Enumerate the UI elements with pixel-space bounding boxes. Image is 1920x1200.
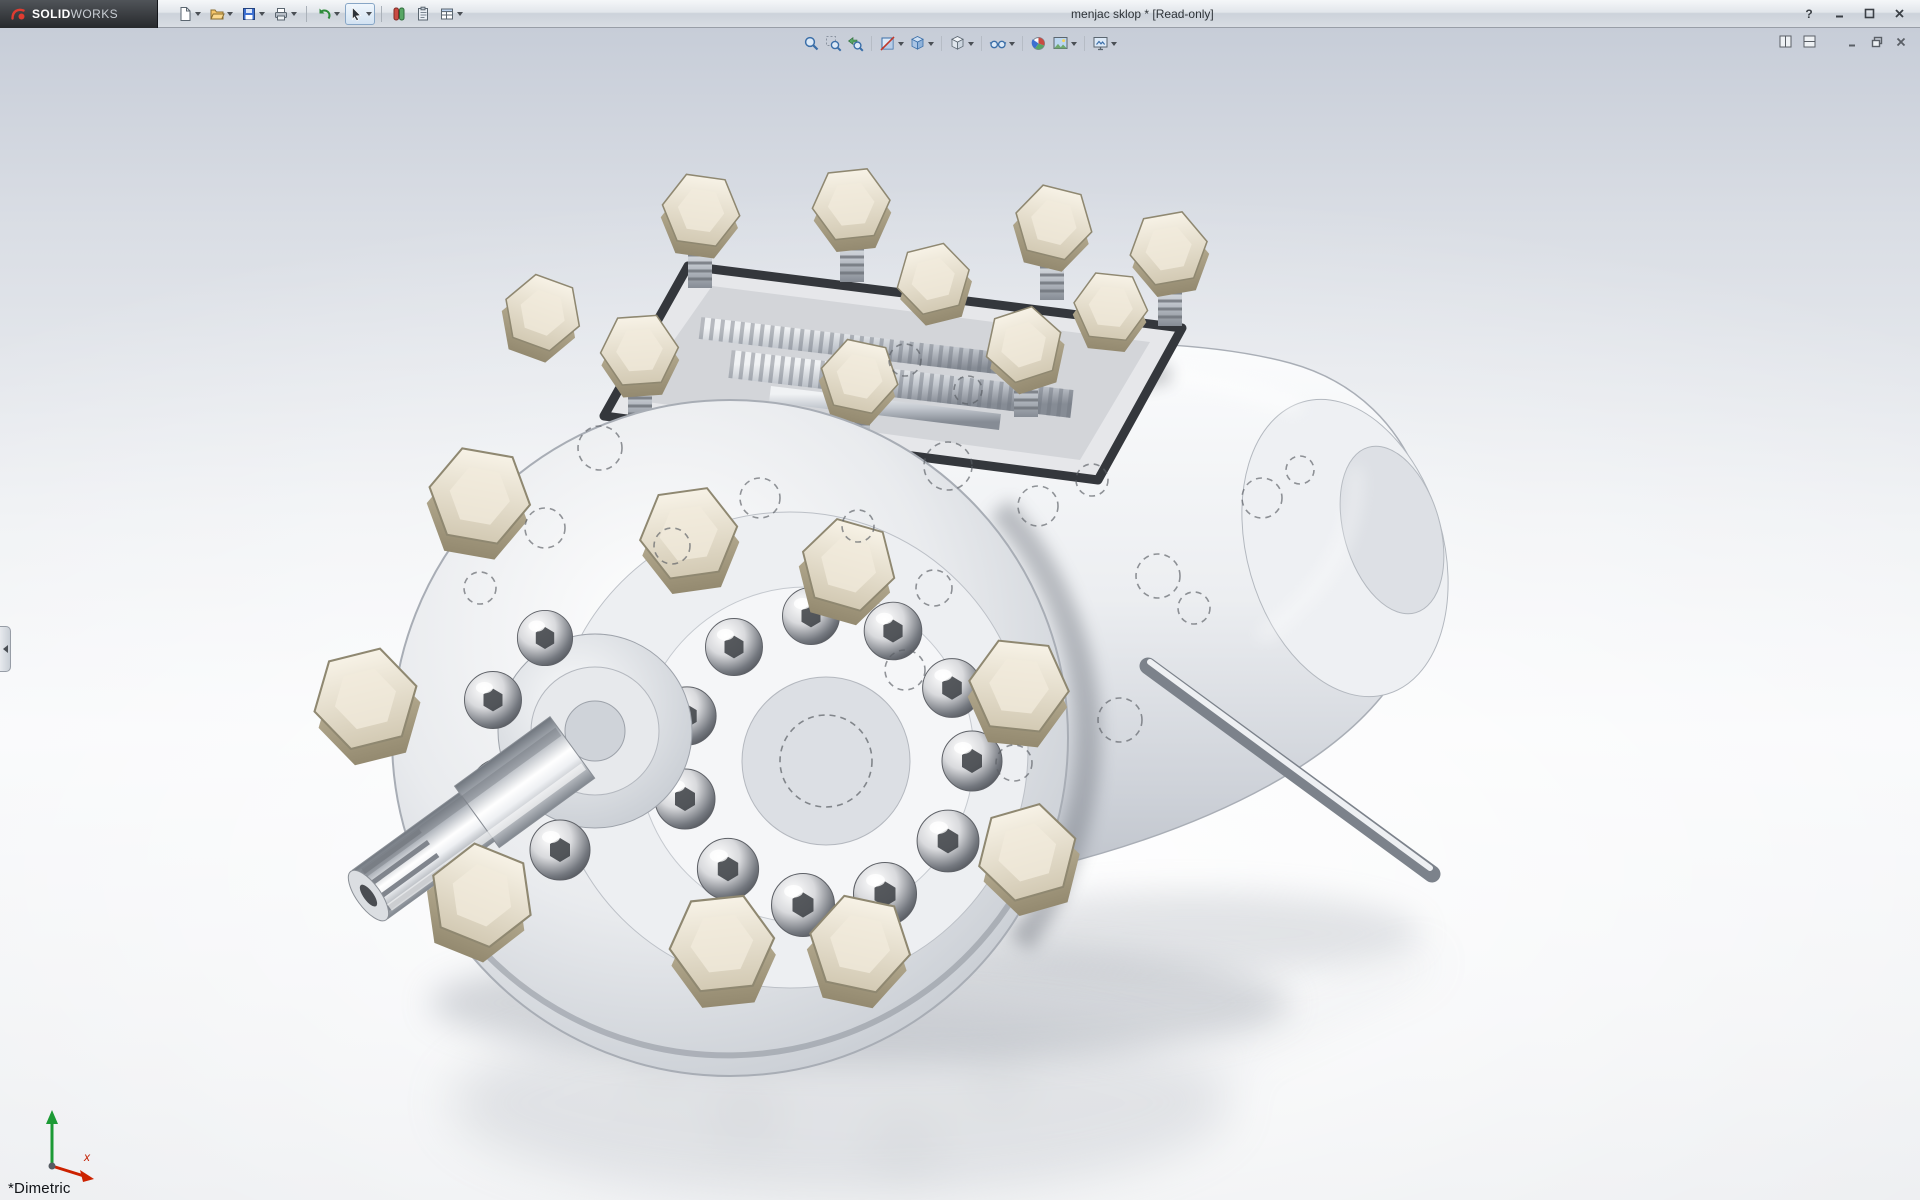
edit-appearance-button[interactable] <box>1028 33 1049 54</box>
view-orientation-button[interactable] <box>907 33 936 54</box>
rebuild-icon <box>391 6 407 22</box>
doc-minimize-icon <box>1847 36 1859 48</box>
brand-text: SOLIDWORKS <box>32 7 118 21</box>
options-dropdown[interactable] <box>457 12 463 16</box>
view-orientation-label: *Dimetric <box>8 1180 71 1197</box>
options-button[interactable] <box>436 3 466 25</box>
brand-bold: SOLID <box>32 7 71 21</box>
apply-scene-dropdown[interactable] <box>1071 42 1077 46</box>
select-dropdown[interactable] <box>366 12 372 16</box>
save-dropdown[interactable] <box>259 12 265 16</box>
select-icon <box>348 6 364 22</box>
brand-light: WORKS <box>71 7 118 21</box>
hud-separator <box>871 36 872 51</box>
print-icon <box>273 6 289 22</box>
doc-tile-icon <box>1779 35 1792 48</box>
save-icon <box>241 6 257 22</box>
open-document-icon <box>209 6 225 22</box>
doc-close-icon <box>1895 36 1907 48</box>
view-settings-button[interactable] <box>1090 33 1119 54</box>
window-title: menjac sklop * [Read-only] <box>1071 0 1214 28</box>
doc-minimize-button[interactable] <box>1843 33 1862 50</box>
new-document-icon <box>177 6 193 22</box>
file-properties-icon <box>415 6 431 22</box>
display-style-icon <box>949 35 966 52</box>
close-button[interactable] <box>1886 4 1912 23</box>
file-properties-button[interactable] <box>412 3 434 25</box>
main-toolbar <box>158 3 466 25</box>
x-axis-arrow <box>80 1170 94 1182</box>
undo-icon <box>316 6 332 22</box>
doc-tile-button[interactable] <box>1776 33 1795 50</box>
view-orientation-dropdown[interactable] <box>928 42 934 46</box>
title-bar: SOLIDWORKS <box>0 0 1920 28</box>
doc-new-window-button[interactable] <box>1800 33 1819 50</box>
section-view-button[interactable] <box>877 33 906 54</box>
zoom-to-area-button[interactable] <box>823 33 844 54</box>
hide-show-items-icon <box>989 35 1007 52</box>
feature-manager-collapsed-tab[interactable] <box>0 626 11 672</box>
solidworks-window: SOLIDWORKS <box>0 0 1920 1200</box>
options-icon <box>439 6 455 22</box>
document-window-controls <box>1776 33 1910 50</box>
section-view-icon <box>879 35 896 52</box>
select-button[interactable] <box>345 3 375 25</box>
print-dropdown[interactable] <box>291 12 297 16</box>
maximize-icon <box>1864 8 1875 19</box>
heads-up-view-toolbar <box>801 33 1119 54</box>
solidworks-brand: SOLIDWORKS <box>0 0 158 28</box>
open-document-button[interactable] <box>206 3 236 25</box>
toolbar-separator <box>381 6 382 22</box>
x-axis-label: x <box>84 1150 90 1164</box>
print-button[interactable] <box>270 3 300 25</box>
toolbar-separator <box>306 6 307 22</box>
zoom-to-area-icon <box>825 35 842 52</box>
open-document-dropdown[interactable] <box>227 12 233 16</box>
view-orientation-icon <box>909 35 926 52</box>
reference-triad <box>46 1110 94 1182</box>
undo-dropdown[interactable] <box>334 12 340 16</box>
maximize-button[interactable] <box>1856 4 1882 23</box>
help-button[interactable]: ? <box>1796 4 1822 23</box>
hud-separator <box>941 36 942 51</box>
display-style-button[interactable] <box>947 33 976 54</box>
previous-view-icon <box>847 35 864 52</box>
apply-scene-icon <box>1052 35 1069 52</box>
y-axis-arrow <box>46 1110 58 1124</box>
hide-show-items-button[interactable] <box>987 33 1017 54</box>
minimize-icon <box>1834 8 1845 19</box>
view-settings-dropdown[interactable] <box>1111 42 1117 46</box>
window-controls: ? <box>1796 4 1920 23</box>
section-view-dropdown[interactable] <box>898 42 904 46</box>
rebuild-button[interactable] <box>388 3 410 25</box>
edit-appearance-icon <box>1030 35 1047 52</box>
hud-separator <box>1022 36 1023 51</box>
model-render[interactable] <box>0 28 1920 1200</box>
minimize-button[interactable] <box>1826 4 1852 23</box>
save-button[interactable] <box>238 3 268 25</box>
zoom-to-fit-icon <box>803 35 820 52</box>
display-style-dropdown[interactable] <box>968 42 974 46</box>
doc-close-button[interactable] <box>1891 33 1910 50</box>
doc-restore-button[interactable] <box>1867 33 1886 50</box>
graphics-viewport[interactable]: x *Dimetric <box>0 28 1920 1200</box>
zoom-to-fit-button[interactable] <box>801 33 822 54</box>
solidworks-logo-icon <box>10 6 26 22</box>
previous-view-button[interactable] <box>845 33 866 54</box>
new-document-dropdown[interactable] <box>195 12 201 16</box>
new-document-button[interactable] <box>174 3 204 25</box>
hud-separator <box>981 36 982 51</box>
hide-show-items-dropdown[interactable] <box>1009 42 1015 46</box>
view-settings-icon <box>1092 35 1109 52</box>
undo-button[interactable] <box>313 3 343 25</box>
close-icon <box>1894 8 1905 19</box>
doc-new-window-icon <box>1803 35 1816 48</box>
hud-separator <box>1084 36 1085 51</box>
doc-restore-icon <box>1871 36 1883 48</box>
apply-scene-button[interactable] <box>1050 33 1079 54</box>
